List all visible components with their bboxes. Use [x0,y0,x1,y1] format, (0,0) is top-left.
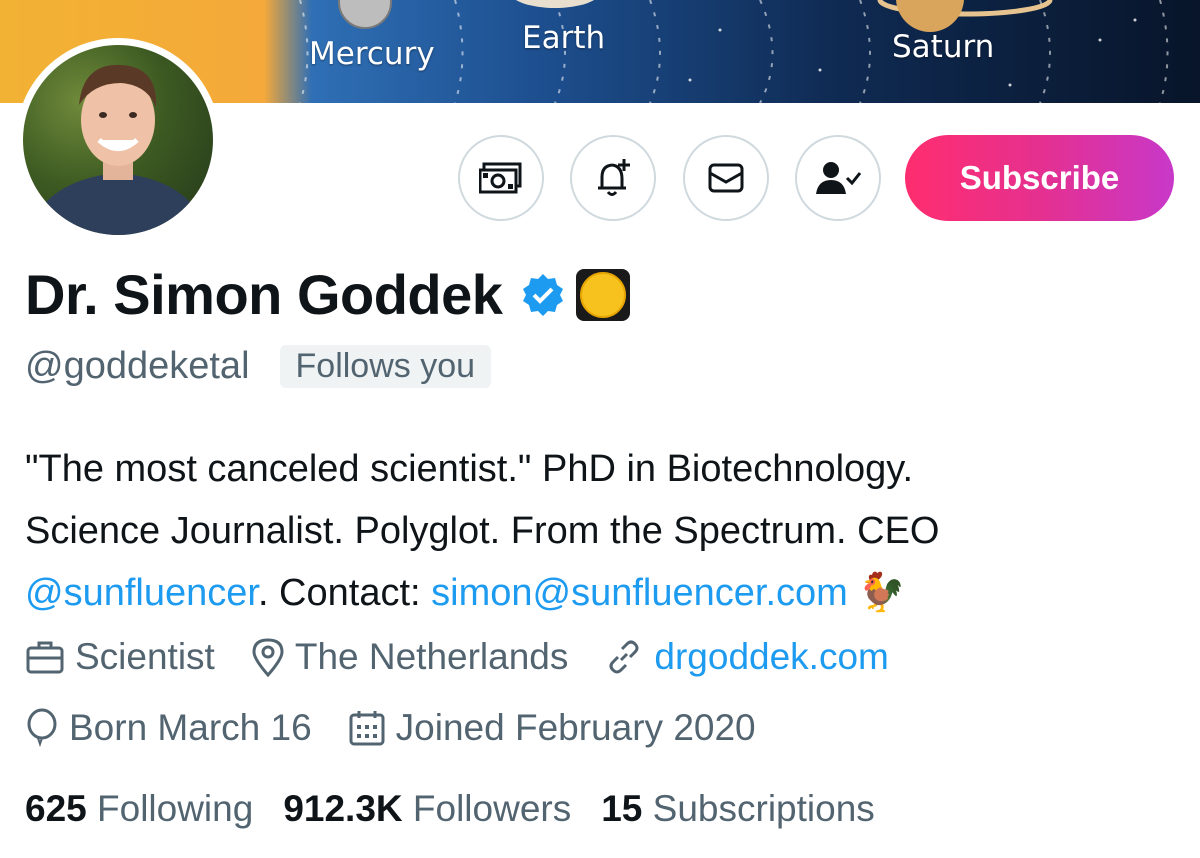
subscriptions-count: 15 [601,788,643,829]
birthday-label: Born March 16 [69,707,312,748]
website-item[interactable]: drgoddek.com [604,636,889,678]
verified-badge-icon[interactable] [520,272,566,318]
notifications-button[interactable] [570,135,656,221]
bio-email-link[interactable]: simon@sunfluencer.com [431,572,848,614]
location-item: The Netherlands [251,636,569,678]
profile-stats: 625 Following 912.3K Followers 15 Subscr… [25,788,905,830]
profession-item: Scientist [25,636,215,678]
followers-stat[interactable]: 912.3K Followers [283,788,571,830]
user-handle: @goddeketal [25,345,250,387]
display-name: Dr. Simon Goddek [25,263,503,326]
balloon-icon [27,708,57,748]
briefcase-icon [26,641,64,674]
website-link[interactable]: drgoddek.com [654,636,888,678]
sun-emoji-icon [574,267,632,323]
joined-item: Joined February 2020 [348,707,756,749]
profile-bio: "The most canceled scientist." PhD in Bi… [25,438,1175,624]
followers-label: Followers [412,788,572,829]
following-label: Following [97,788,254,829]
followers-count: 912.3K [283,788,403,829]
envelope-icon [708,163,744,193]
profile-meta-row-1: Scientist The Netherlands drgoddek.com [25,636,925,678]
profession-label: Scientist [75,636,215,677]
subscriptions-label: Subscriptions [652,788,875,829]
subscribe-button[interactable]: Subscribe [905,135,1174,221]
following-stat[interactable]: 625 Following [25,788,253,830]
avatar[interactable] [16,38,220,242]
calendar-icon [349,711,385,746]
tips-button[interactable] [458,135,544,221]
bio-mention-link[interactable]: @sunfluencer [25,572,258,614]
subscriptions-stat[interactable]: 15 Subscriptions [601,788,875,830]
bell-plus-icon [598,159,630,196]
profile-meta-row-2: Born March 16 Joined February 2020 [25,707,792,749]
bio-contact-label: . Contact: [257,572,432,614]
message-button[interactable] [683,135,769,221]
planet-label-earth: Earth [522,20,606,56]
link-icon [609,640,639,674]
handle-row: @goddeketal Follows you [25,345,492,388]
follows-you-badge: Follows you [279,345,492,388]
planet-label-mercury: Mercury [309,36,435,72]
profile-name-row: Dr. Simon Goddek [25,262,632,327]
avatar-photo [23,45,213,235]
rooster-emoji-icon: 🐓 [858,572,906,614]
bio-line-1: "The most canceled scientist." PhD in Bi… [25,448,914,490]
location-label: The Netherlands [294,636,569,677]
joined-label: Joined February 2020 [395,707,756,748]
planet-label-saturn: Saturn [892,29,995,65]
money-icon [479,162,522,194]
bio-line-2: Science Journalist. Polyglot. From the S… [25,510,940,552]
person-check-icon [816,162,861,194]
following-count: 625 [25,788,87,829]
location-pin-icon [252,638,284,677]
birthday-item: Born March 16 [25,707,312,749]
following-button[interactable] [795,135,881,221]
bio-line-3: @sunfluencer. Contact: simon@sunfluencer… [25,562,1175,624]
